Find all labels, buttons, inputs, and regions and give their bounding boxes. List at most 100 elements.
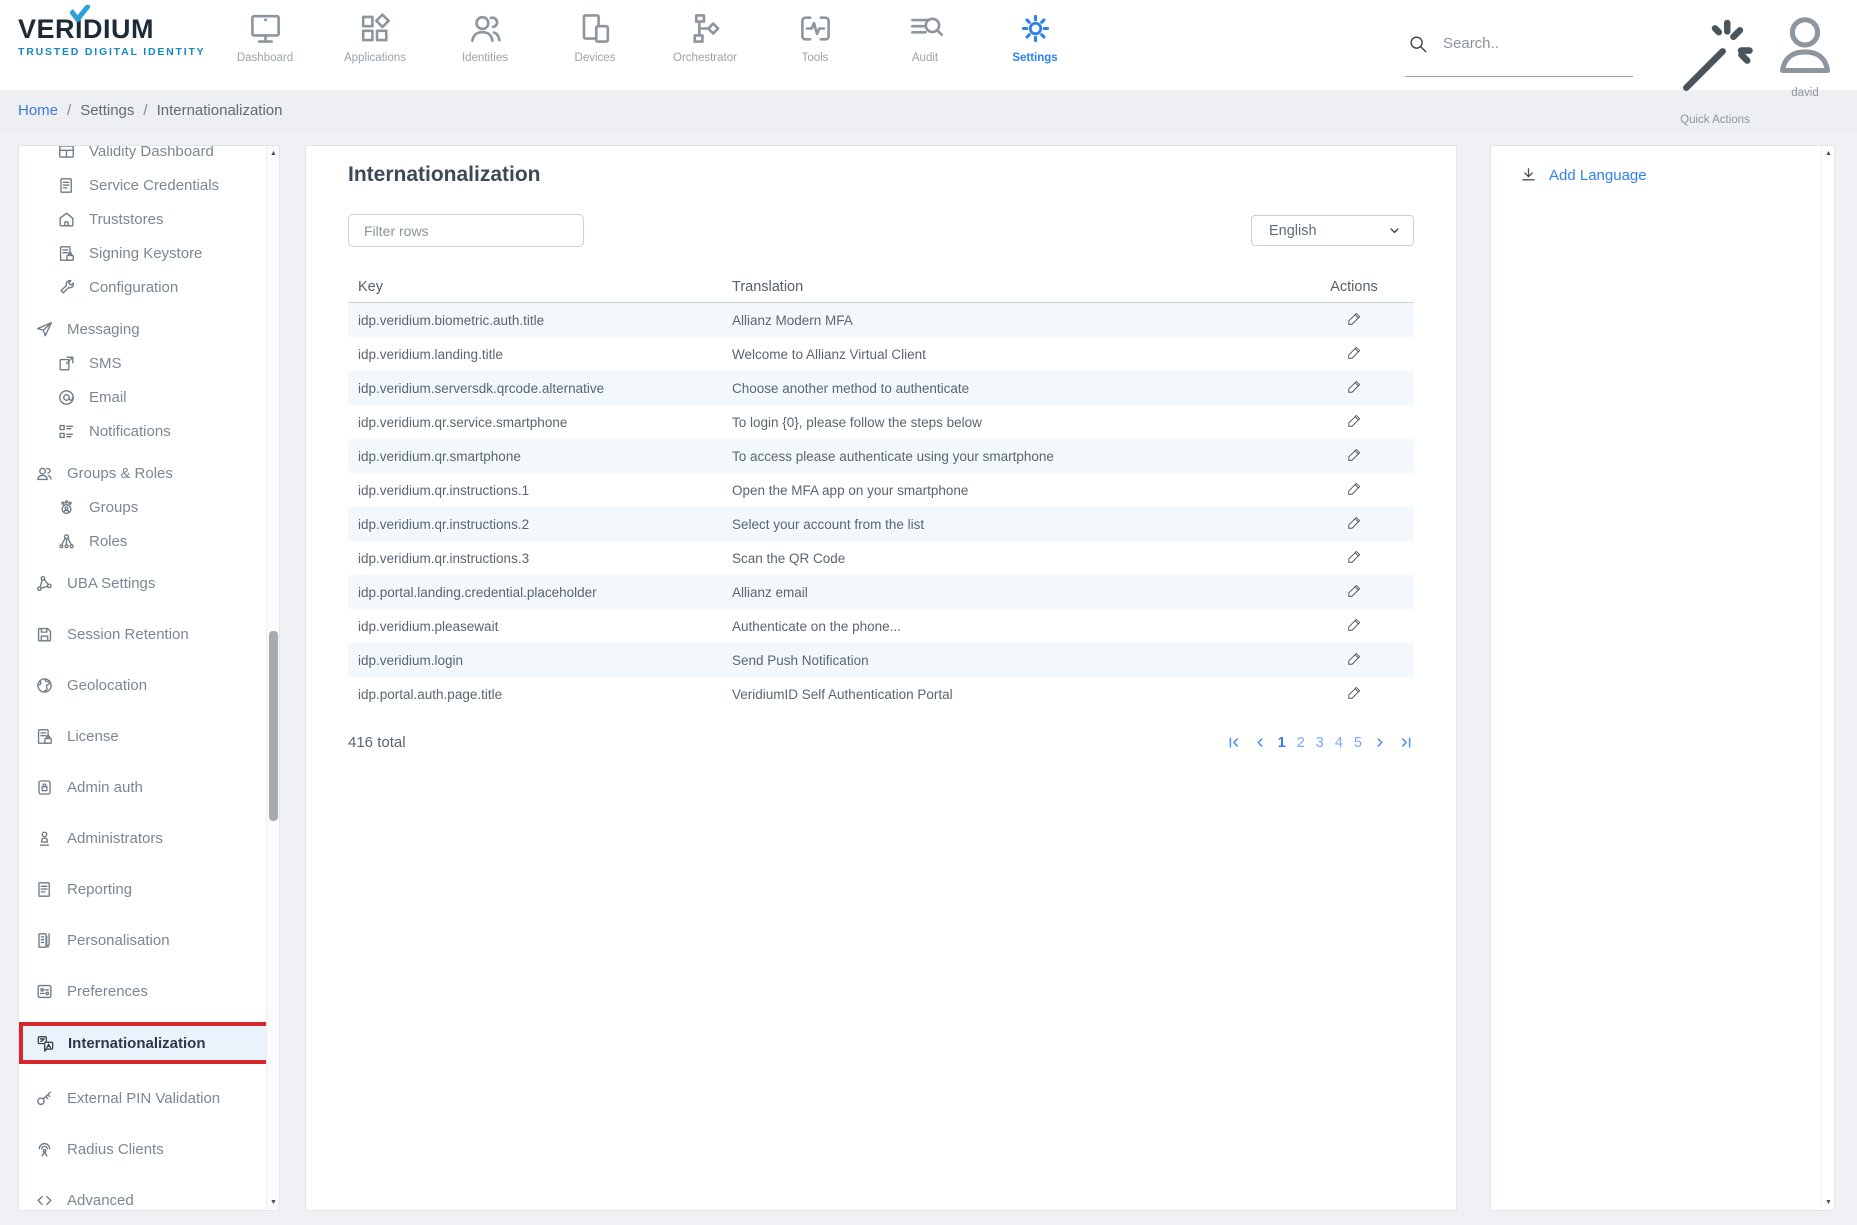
veridium-logo[interactable]: VERIDIUM TRUSTED DIGITAL IDENTITY	[18, 16, 190, 58]
edit-pencil-icon[interactable]	[1346, 412, 1363, 429]
sidebar-item-signing-keystore[interactable]: Signing Keystore	[19, 236, 279, 270]
user-menu[interactable]: david	[1769, 9, 1841, 99]
edit-pencil-icon[interactable]	[1346, 480, 1363, 497]
scroll-up-icon[interactable]: ▲	[267, 150, 280, 157]
pagination-first-icon[interactable]	[1226, 735, 1241, 750]
edit-pencil-icon[interactable]	[1346, 684, 1363, 701]
sidebar-item-groups-roles[interactable]: Groups & Roles	[19, 456, 279, 490]
sidebar-item-sms[interactable]: SMS	[19, 346, 279, 380]
edit-pencil-icon[interactable]	[1346, 616, 1363, 633]
sidebar-item-uba-settings[interactable]: UBA Settings	[19, 566, 279, 600]
download-icon	[1519, 166, 1538, 185]
sidebar-item-preferences[interactable]: Preferences	[19, 974, 279, 1008]
sidebar-item-label: Preferences	[67, 983, 148, 1000]
column-header-actions: Actions	[1294, 279, 1414, 295]
group-circle-icon	[57, 498, 76, 517]
row-translation: Allianz email	[732, 585, 1294, 600]
edit-pencil-icon[interactable]	[1346, 446, 1363, 463]
edit-pencil-icon[interactable]	[1346, 344, 1363, 361]
sidebar-item-notifications[interactable]: Notifications	[19, 414, 279, 448]
sidebar-item-label: Groups & Roles	[67, 465, 173, 482]
scrollbar-thumb[interactable]	[269, 631, 278, 821]
sidebar-item-messaging[interactable]: Messaging	[19, 312, 279, 346]
sidebar-item-advanced[interactable]: Advanced	[19, 1183, 279, 1211]
sidebar-item-reporting[interactable]: Reporting	[19, 872, 279, 906]
row-key: idp.veridium.pleasewait	[348, 619, 732, 634]
scroll-down-icon[interactable]: ▼	[267, 1199, 280, 1206]
magic-wand-icon	[1669, 13, 1761, 105]
table-row: idp.portal.auth.page.title VeridiumID Se…	[348, 677, 1414, 711]
sidebar-item-license[interactable]: License	[19, 719, 279, 753]
pagination-page-5[interactable]: 5	[1354, 735, 1362, 751]
sidebar-item-external-pin-validation[interactable]: External PIN Validation	[19, 1081, 279, 1115]
sidebar-item-radius-clients[interactable]: Radius Clients	[19, 1132, 279, 1166]
sidebar-item-geolocation[interactable]: Geolocation	[19, 668, 279, 702]
sidebar-item-groups[interactable]: Groups	[19, 490, 279, 524]
edit-pencil-icon[interactable]	[1346, 514, 1363, 531]
nav-item-tools[interactable]: Tools	[760, 10, 870, 64]
sidebar-item-administrators[interactable]: Administrators	[19, 821, 279, 855]
dashboard-grid-icon	[57, 145, 76, 161]
pagination-page-4[interactable]: 4	[1335, 735, 1343, 751]
sidebar-item-email[interactable]: Email	[19, 380, 279, 414]
sidebar-item-label: Messaging	[67, 321, 140, 338]
breadcrumb: Home/Settings/Internationalization	[0, 90, 1857, 131]
add-language-button[interactable]: Add Language	[1519, 166, 1834, 185]
table-row: idp.veridium.serversdk.qrcode.alternativ…	[348, 371, 1414, 405]
nav-item-dashboard[interactable]: Dashboard	[210, 10, 320, 64]
scroll-down-icon[interactable]: ▼	[1822, 1199, 1835, 1206]
language-select-value: English	[1269, 223, 1317, 239]
tools-icon	[797, 10, 834, 47]
sidebar-item-truststores[interactable]: Truststores	[19, 202, 279, 236]
scroll-up-icon[interactable]: ▲	[1822, 150, 1835, 157]
sidebar-item-admin-auth[interactable]: Admin auth	[19, 770, 279, 804]
sidebar-item-label: Email	[89, 389, 127, 406]
pagination-page-2[interactable]: 2	[1297, 735, 1305, 751]
sidebar-item-label: Geolocation	[67, 677, 147, 694]
nav-item-devices[interactable]: Devices	[540, 10, 650, 64]
sidebar-item-configuration[interactable]: Configuration	[19, 270, 279, 304]
edit-pencil-icon[interactable]	[1346, 548, 1363, 565]
edit-pencil-icon[interactable]	[1346, 378, 1363, 395]
list-grid-icon	[57, 422, 76, 441]
doc-lines-icon	[57, 176, 76, 195]
nav-item-identities[interactable]: Identities	[430, 10, 540, 64]
edit-pencil-icon[interactable]	[1346, 310, 1363, 327]
search-input[interactable]	[1441, 34, 1601, 53]
sidebar-item-personalisation[interactable]: Personalisation	[19, 923, 279, 957]
nav-item-audit[interactable]: Audit	[870, 10, 980, 64]
sidebar-item-label: SMS	[89, 355, 122, 372]
pagination-last-icon[interactable]	[1399, 735, 1414, 750]
sidebar-item-roles[interactable]: Roles	[19, 524, 279, 558]
filter-rows-input[interactable]	[348, 214, 584, 247]
sidebar-item-service-credentials[interactable]: Service Credentials	[19, 168, 279, 202]
row-key: idp.veridium.login	[348, 653, 732, 668]
breadcrumb-item-home[interactable]: Home	[18, 102, 58, 119]
sidebar-item-session-retention[interactable]: Session Retention	[19, 617, 279, 651]
nav-item-settings[interactable]: Settings	[980, 10, 1090, 64]
people-icon	[35, 464, 54, 483]
sidebar-item-validity-dashboard[interactable]: Validity Dashboard	[19, 145, 279, 168]
nav-item-label: Identities	[430, 52, 540, 64]
row-translation: Select your account from the list	[732, 517, 1294, 532]
sidebar-item-internationalization[interactable]: Internationalization	[19, 1022, 279, 1064]
nav-item-applications[interactable]: Applications	[320, 10, 430, 64]
nav-item-orchestrator[interactable]: Orchestrator	[650, 10, 760, 64]
edit-pencil-icon[interactable]	[1346, 650, 1363, 667]
table-row: idp.veridium.landing.title Welcome to Al…	[348, 337, 1414, 371]
sidebar-item-label: Session Retention	[67, 626, 189, 643]
edit-pencil-icon[interactable]	[1346, 582, 1363, 599]
language-select[interactable]: English	[1251, 215, 1414, 246]
pencil-doc-icon	[35, 931, 54, 950]
row-translation: Welcome to Allianz Virtual Client	[732, 347, 1294, 362]
row-key: idp.veridium.qr.instructions.3	[348, 551, 732, 566]
breadcrumb-item-settings[interactable]: Settings	[80, 102, 134, 119]
translate-icon	[36, 1034, 55, 1053]
pagination-page-3[interactable]: 3	[1316, 735, 1324, 751]
quick-actions-button[interactable]: Quick Actions	[1669, 13, 1761, 126]
row-key: idp.veridium.qr.instructions.1	[348, 483, 732, 498]
pagination-page-1[interactable]: 1	[1278, 735, 1286, 751]
table-controls: English	[348, 214, 1414, 247]
pagination-next-icon[interactable]	[1373, 735, 1388, 750]
pagination-prev-icon[interactable]	[1252, 735, 1267, 750]
